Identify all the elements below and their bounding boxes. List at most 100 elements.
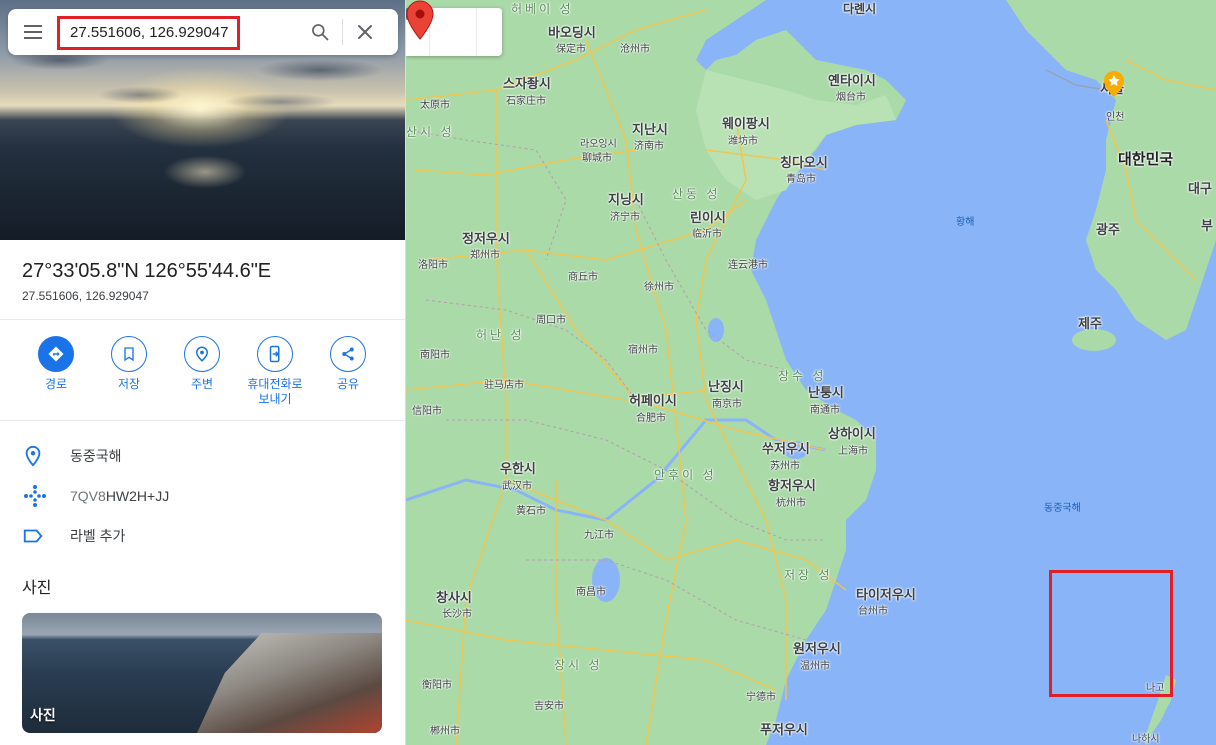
map-label: 连云港市 [728, 260, 768, 271]
map-label: 옌타이시 [828, 73, 876, 88]
map-label: 南阳市 [420, 350, 450, 361]
directions-button[interactable]: 경로 [19, 336, 93, 392]
map-label: 潍坊市 [728, 136, 758, 147]
map-label: 허페이시 [629, 393, 677, 408]
map-label: 상하이시 [828, 426, 876, 441]
map-canvas[interactable]: 허베이 성 다롄시 바오딩시 保定市 沧州市 스자좡시 石家庄市 太原市 옌타이… [406, 0, 1216, 745]
menu-button[interactable] [8, 9, 58, 55]
map-label: 石家庄市 [506, 96, 546, 107]
map-label: 정저우시 [462, 231, 510, 246]
map-label: 동중국해 [1044, 503, 1081, 514]
map-label: 웨이팡시 [722, 116, 770, 131]
map-label: 항저우시 [768, 478, 816, 493]
map-label: 上海市 [838, 446, 868, 457]
label-icon [23, 529, 43, 543]
saved-place-star-marker[interactable] [1103, 70, 1125, 98]
map-label: 武汉市 [502, 481, 532, 492]
action-buttons: 경로 저장 주변 휴대전화로 보내기 공유 [0, 336, 405, 416]
map-label: 南昌市 [576, 587, 606, 598]
map-label: 다롄시 [843, 2, 877, 16]
map-label: 산시 성 [406, 125, 455, 139]
add-label-row[interactable]: 라벨 추가 [0, 516, 405, 556]
map-label: 聊城市 [582, 153, 612, 164]
search-icon [312, 24, 329, 41]
directions-icon [48, 346, 64, 362]
map-label: 부 [1201, 218, 1213, 233]
photo-card[interactable]: 사진 [22, 613, 382, 733]
map-label: 광주 [1096, 222, 1120, 237]
land-korea [1006, 0, 1216, 340]
share-icon [342, 347, 354, 361]
nearby-label: 주변 [190, 377, 214, 391]
map-label: 푸저우시 [760, 722, 808, 737]
nearby-button[interactable]: 주변 [165, 336, 239, 392]
map-label: 沧州市 [620, 44, 650, 55]
map-label: 안후이 성 [654, 468, 717, 482]
search-box [8, 9, 398, 55]
map-label: 인천 [1106, 112, 1125, 123]
map-label: 원저우시 [793, 641, 841, 656]
input-tools-dropdown[interactable] [406, 8, 502, 56]
map-label: 济南市 [634, 141, 664, 152]
close-icon [358, 25, 372, 39]
plus-code-prefix: 7QV8 [70, 488, 106, 504]
send-to-phone-label: 휴대전화로 보내기 [238, 377, 312, 407]
send-to-phone-icon [269, 345, 280, 363]
map-label: 스자좡시 [503, 76, 551, 91]
info-pluscode-row[interactable]: 7QV8HW2H+JJ [0, 476, 405, 516]
save-button[interactable]: 저장 [92, 336, 166, 392]
photo-card-label: 사진 [30, 707, 56, 723]
send-to-phone-button[interactable]: 휴대전화로 보내기 [238, 336, 312, 407]
photos-section-title: 사진 [22, 580, 52, 597]
map-label: 衡阳市 [422, 680, 452, 691]
keyboard-input-button[interactable] [406, 8, 476, 56]
map-label: 南京市 [712, 399, 742, 410]
info-location-row[interactable]: 동중국해 [0, 436, 405, 476]
plus-code-suffix: HW2H+JJ [105, 488, 170, 504]
map-label: 黄石市 [516, 506, 546, 517]
map-label: 황해 [956, 217, 975, 228]
search-button[interactable] [298, 9, 342, 55]
map-label: 临沂市 [692, 229, 722, 240]
map-label: 济宁市 [610, 212, 640, 223]
map-label: 칭다오시 [780, 155, 828, 170]
map-label: 장시 성 [554, 658, 603, 672]
divider [0, 420, 405, 421]
map-label: 郑州市 [470, 250, 500, 261]
place-coordinates: 27.551606, 126.929047 [22, 289, 149, 303]
map-label: 郴州市 [430, 726, 460, 737]
map-label: 九江市 [584, 530, 614, 541]
map-label: 驻马店市 [484, 380, 524, 391]
map-label: 창사시 [436, 590, 472, 605]
land-jeju [1072, 329, 1116, 351]
map-label: 난퉁시 [808, 385, 844, 400]
map-label: 허베이 성 [511, 2, 574, 16]
map-label: 우한시 [500, 461, 536, 476]
map-label: 나하시 [1132, 734, 1160, 745]
map-label: 대구 [1188, 181, 1212, 196]
map-label: 洛阳市 [418, 260, 448, 271]
map-label: 苏州市 [770, 461, 800, 472]
map-label: 徐州市 [644, 282, 674, 293]
dropped-pin-marker[interactable] [406, 0, 434, 40]
map-label: 台州市 [858, 606, 888, 617]
map-label: 타이저우시 [856, 587, 916, 602]
search-input[interactable] [58, 16, 298, 48]
add-label-text: 라벨 추가 [70, 528, 126, 544]
map-label: 린이시 [690, 210, 726, 225]
map-label: 제주 [1078, 316, 1102, 331]
share-button[interactable]: 공유 [311, 336, 385, 392]
location-name: 동중국해 [70, 448, 122, 464]
location-pin-icon [25, 445, 41, 467]
map-label: 信阳市 [412, 406, 442, 417]
map-label: 라오잉시 [580, 139, 617, 150]
map-label: 대한민국 [1118, 151, 1174, 168]
clear-search-button[interactable] [343, 9, 387, 55]
nearby-icon [195, 346, 209, 362]
map-label: 바오딩시 [548, 25, 596, 40]
directions-label: 경로 [44, 377, 68, 391]
map-label: 青岛市 [786, 174, 816, 185]
map-label: 商丘市 [568, 272, 598, 283]
hamburger-icon [24, 31, 42, 33]
hero-sun-glint [150, 150, 260, 200]
